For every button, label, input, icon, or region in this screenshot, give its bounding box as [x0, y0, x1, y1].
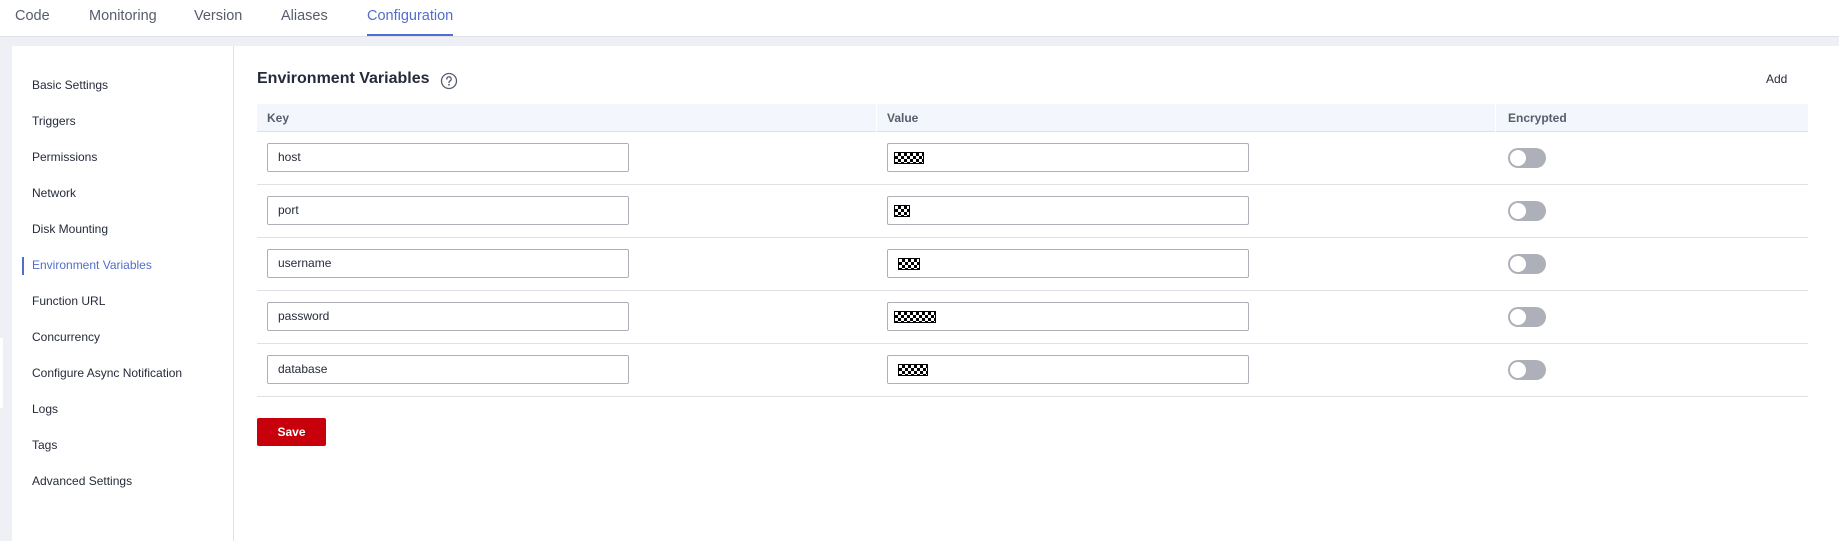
column-divider	[1495, 104, 1496, 132]
column-header-key: Key	[267, 111, 290, 125]
collapsed-side-handle[interactable]	[0, 338, 3, 408]
page-title: Environment Variables	[257, 70, 430, 87]
redacted-value	[898, 258, 920, 270]
table-row: port	[257, 185, 1808, 238]
sidebar-item-disk-mounting[interactable]: Disk Mounting	[32, 220, 108, 238]
key-input[interactable]: password	[267, 302, 629, 331]
column-header-value: Value	[887, 111, 919, 125]
toggle-knob	[1510, 150, 1526, 166]
encrypted-toggle[interactable]	[1508, 254, 1546, 274]
sidebar-active-indicator	[22, 257, 24, 275]
value-input[interactable]	[887, 196, 1249, 225]
value-input[interactable]	[887, 249, 1249, 278]
key-input[interactable]: host	[267, 143, 629, 172]
sidebar-item-tags[interactable]: Tags	[32, 436, 57, 454]
value-input[interactable]	[887, 143, 1249, 172]
key-input[interactable]: database	[267, 355, 629, 384]
table-row: database	[257, 344, 1808, 397]
tab-aliases[interactable]: Aliases	[281, 0, 328, 37]
tab-configuration[interactable]: Configuration	[367, 0, 454, 37]
tab-version[interactable]: Version	[194, 0, 242, 37]
value-input[interactable]	[887, 302, 1249, 331]
key-input[interactable]: username	[267, 249, 629, 278]
top-tab-bar: Code Monitoring Version Aliases Configur…	[0, 0, 1839, 37]
column-header-encrypted: Encrypted	[1508, 111, 1567, 125]
sidebar-item-logs[interactable]: Logs	[32, 400, 58, 418]
tab-code[interactable]: Code	[15, 0, 50, 37]
sidebar-item-basic-settings[interactable]: Basic Settings	[32, 76, 108, 94]
encrypted-toggle[interactable]	[1508, 148, 1546, 168]
encrypted-toggle[interactable]	[1508, 201, 1546, 221]
encrypted-toggle[interactable]	[1508, 360, 1546, 380]
column-divider	[876, 104, 877, 132]
sidebar-item-permissions[interactable]: Permissions	[32, 148, 97, 166]
redacted-value	[894, 205, 910, 217]
tab-monitoring[interactable]: Monitoring	[89, 0, 157, 37]
toggle-knob	[1510, 203, 1526, 219]
sidebar-item-concurrency[interactable]: Concurrency	[32, 328, 100, 346]
env-variables-table: Key Value Encrypted host port username p…	[257, 104, 1808, 397]
sidebar-item-environment-variables[interactable]: Environment Variables	[32, 256, 152, 274]
key-input[interactable]: port	[267, 196, 629, 225]
save-button[interactable]: Save	[257, 418, 326, 446]
redacted-value	[894, 311, 936, 323]
table-row: password	[257, 291, 1808, 344]
table-header: Key Value Encrypted	[257, 104, 1808, 132]
redacted-value	[898, 364, 928, 376]
sidebar-item-function-url[interactable]: Function URL	[32, 292, 105, 310]
sidebar-item-triggers[interactable]: Triggers	[32, 112, 76, 130]
redacted-value	[894, 152, 924, 164]
table-row: username	[257, 238, 1808, 291]
toggle-knob	[1510, 362, 1526, 378]
question-circle-icon[interactable]	[440, 72, 458, 90]
value-input[interactable]	[887, 355, 1249, 384]
encrypted-toggle[interactable]	[1508, 307, 1546, 327]
sidebar-item-advanced-settings[interactable]: Advanced Settings	[32, 472, 132, 490]
toggle-knob	[1510, 256, 1526, 272]
add-variable-link[interactable]: Add	[1766, 72, 1787, 86]
sidebar-item-network[interactable]: Network	[32, 184, 76, 202]
table-row: host	[257, 132, 1808, 185]
sidebar-item-async-notification[interactable]: Configure Async Notification	[32, 364, 182, 382]
toggle-knob	[1510, 309, 1526, 325]
